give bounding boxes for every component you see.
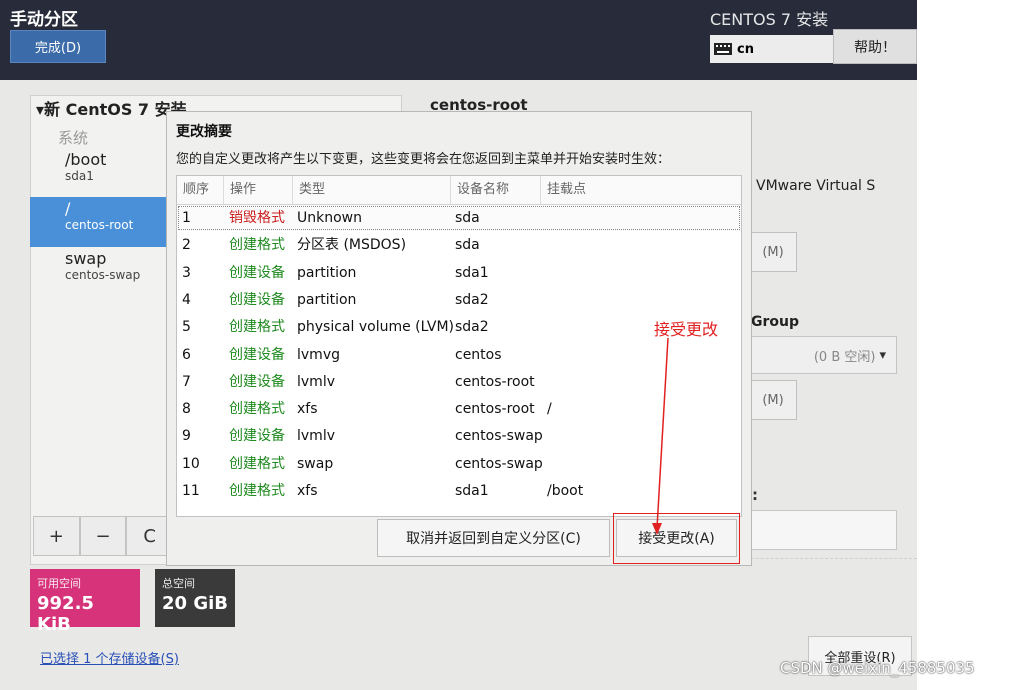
watermark: CSDN @weixin_45885035 bbox=[780, 659, 975, 677]
annotation-highlight-box bbox=[613, 513, 740, 564]
annotation-arrow bbox=[652, 337, 669, 535]
